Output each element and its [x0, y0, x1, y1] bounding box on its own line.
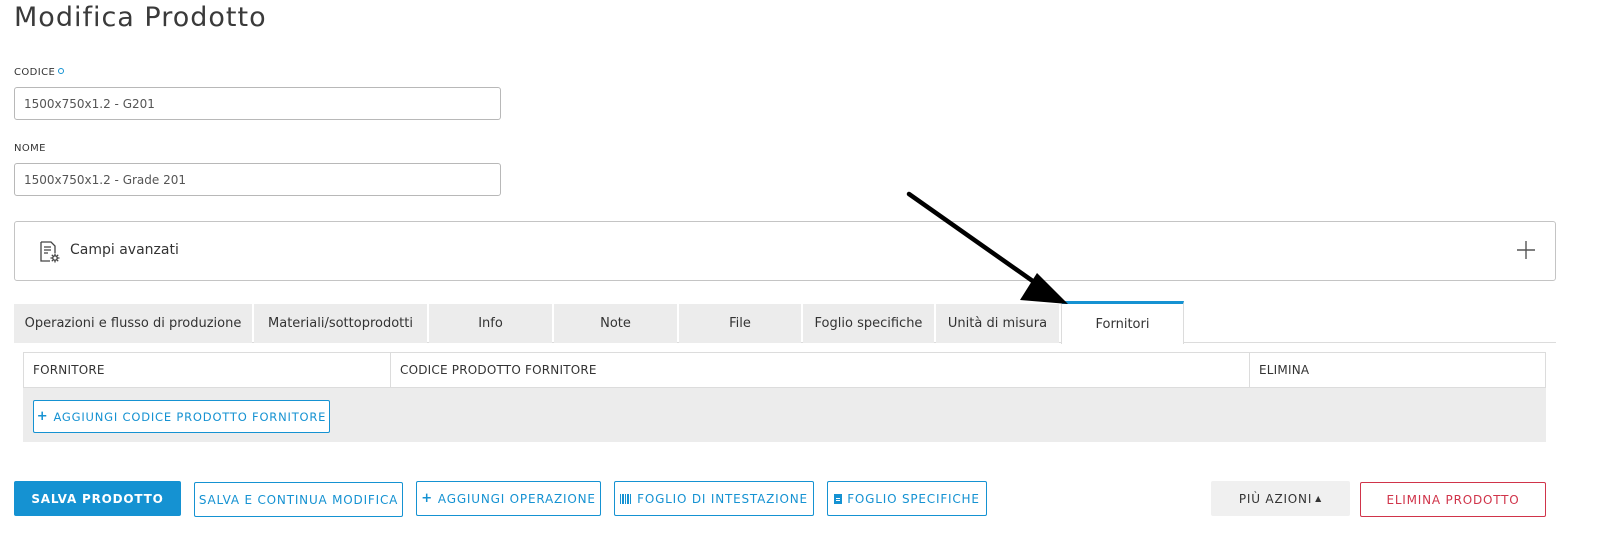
- file-icon: [834, 493, 843, 504]
- settings-document-icon: [40, 241, 60, 263]
- caret-up-icon: ▲: [1315, 494, 1323, 503]
- suppliers-table: FORNITORE CODICE PRODOTTO FORNITORE ELIM…: [23, 352, 1546, 442]
- column-delete: ELIMINA: [1259, 363, 1310, 377]
- tab-units[interactable]: Unità di misura: [936, 304, 1059, 343]
- advanced-fields-panel[interactable]: Campi avanzati: [14, 221, 1556, 281]
- tab-suppliers[interactable]: Fornitori: [1061, 301, 1184, 344]
- page-title: Modifica Prodotto: [14, 2, 267, 33]
- add-supplier-code-button[interactable]: + AGGIUNGI CODICE PRODOTTO FORNITORE: [33, 400, 330, 433]
- tab-info[interactable]: Info: [429, 304, 552, 343]
- tab-files[interactable]: File: [679, 304, 801, 343]
- plus-icon: +: [421, 491, 433, 506]
- delete-product-button[interactable]: ELIMINA PRODOTTO: [1360, 482, 1546, 517]
- more-actions-button[interactable]: PIÙ AZIONI ▲: [1211, 481, 1350, 516]
- spec-sheet-button[interactable]: FOGLIO SPECIFICHE: [827, 481, 987, 516]
- save-product-button[interactable]: SALVA PRODOTTO: [14, 481, 181, 516]
- tab-notes[interactable]: Note: [554, 304, 677, 343]
- name-label: NOME: [14, 143, 46, 154]
- tab-spec-sheet[interactable]: Foglio specifiche: [803, 304, 934, 343]
- required-indicator-icon: [58, 68, 65, 74]
- advanced-fields-label: Campi avanzati: [70, 242, 179, 258]
- add-supplier-code-label: AGGIUNGI CODICE PRODOTTO FORNITORE: [53, 409, 327, 424]
- header-sheet-button[interactable]: FOGLIO DI INTESTAZIONE: [614, 481, 814, 516]
- tab-operations[interactable]: Operazioni e flusso di produzione: [14, 304, 252, 343]
- table-header: FORNITORE CODICE PRODOTTO FORNITORE ELIM…: [23, 352, 1546, 388]
- more-actions-label: PIÙ AZIONI: [1238, 491, 1313, 506]
- code-label: CODICE: [14, 67, 65, 78]
- column-supplier: FORNITORE: [24, 353, 391, 387]
- code-input[interactable]: [14, 87, 501, 120]
- plus-icon: +: [36, 409, 49, 424]
- name-input[interactable]: [14, 163, 501, 196]
- product-tabs: Operazioni e flusso di produzione Materi…: [14, 301, 1556, 344]
- add-operation-label: AGGIUNGI OPERAZIONE: [437, 491, 596, 506]
- spec-sheet-label: FOGLIO SPECIFICHE: [847, 491, 980, 506]
- code-label-text: CODICE: [14, 67, 56, 78]
- barcode-icon: [620, 493, 633, 504]
- plus-icon[interactable]: [1515, 239, 1537, 261]
- header-sheet-label: FOGLIO DI INTESTAZIONE: [637, 491, 808, 506]
- save-continue-button[interactable]: SALVA E CONTINUA MODIFICA: [194, 482, 403, 517]
- column-supplier-code: CODICE PRODOTTO FORNITORE: [391, 353, 1250, 387]
- add-operation-button[interactable]: + AGGIUNGI OPERAZIONE: [416, 481, 601, 516]
- tab-materials[interactable]: Materiali/sottoprodotti: [254, 304, 427, 343]
